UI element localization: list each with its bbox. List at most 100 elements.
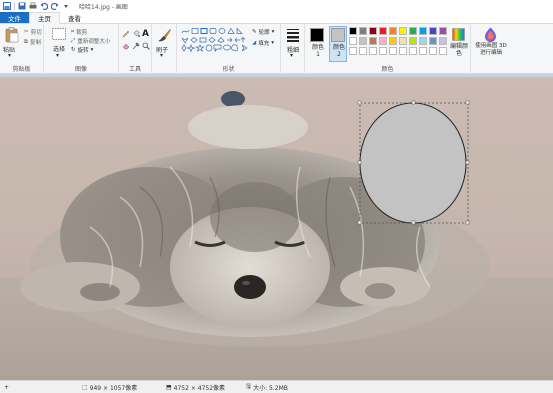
palette-swatch[interactable]: [359, 37, 367, 45]
image-group: 选择 ▾ ⌗ 裁剪 ⤢ 重新调整大小 ↻ 旋转 ▾ 图像: [44, 24, 119, 74]
color-picker-icon[interactable]: [132, 42, 140, 50]
select-icon[interactable]: [52, 28, 66, 40]
palette-swatch[interactable]: [439, 27, 447, 35]
palette-swatch[interactable]: [419, 27, 427, 35]
palette-swatch[interactable]: [369, 27, 377, 35]
custom-color-slot[interactable]: [349, 47, 357, 55]
tab-view[interactable]: 查看: [60, 12, 89, 23]
customize-toolbar-icon[interactable]: [62, 2, 70, 10]
color1-label: 颜色 1: [311, 44, 324, 58]
crop-button[interactable]: ⌗ 裁剪: [71, 28, 87, 37]
fill-button[interactable]: ◢ 填充 ▾: [252, 39, 274, 47]
color1-swatch[interactable]: [310, 28, 324, 42]
rotate-dropdown-icon: ▾: [90, 47, 94, 53]
custom-color-slot[interactable]: [409, 47, 417, 55]
custom-color-slot[interactable]: [419, 47, 427, 55]
eraser-icon[interactable]: [122, 42, 130, 50]
palette-swatch[interactable]: [409, 27, 417, 35]
palette-swatch[interactable]: [419, 37, 427, 45]
save-icon[interactable]: [18, 2, 26, 10]
resize-button[interactable]: ⤢ 重新调整大小: [71, 37, 111, 46]
custom-color-slot[interactable]: [399, 47, 407, 55]
resize-label: 重新调整大小: [77, 39, 111, 45]
fill-bucket-icon[interactable]: [132, 30, 140, 38]
crosshair-icon: +: [4, 383, 10, 391]
crop-icon: ⌗: [71, 28, 75, 35]
palette-swatch[interactable]: [389, 27, 397, 35]
cut-button[interactable]: ✂ 剪切: [24, 28, 42, 36]
custom-color-slot[interactable]: [379, 47, 387, 55]
copy-button[interactable]: ⧉ 复制: [24, 38, 41, 47]
selection-size-text: 949 × 1057像素: [89, 384, 138, 392]
brushes-dropdown-icon[interactable]: ▾: [160, 52, 163, 59]
palette-swatch[interactable]: [349, 27, 357, 35]
magnifier-icon[interactable]: [142, 42, 150, 50]
palette-swatch[interactable]: [389, 37, 397, 45]
edit-colors-icon[interactable]: [452, 28, 465, 41]
palette-swatch[interactable]: [379, 27, 387, 35]
palette-swatch[interactable]: [399, 27, 407, 35]
selection-size: ⬚ 949 × 1057像素: [82, 383, 137, 392]
image-canvas[interactable]: [0, 77, 553, 380]
palette-swatch[interactable]: [429, 37, 437, 45]
tools-group: A 工具: [119, 24, 152, 74]
undo-icon[interactable]: [40, 2, 48, 10]
custom-color-slot[interactable]: [389, 47, 397, 55]
rotate-button[interactable]: ↻ 旋转 ▾: [71, 46, 93, 54]
paste-icon[interactable]: [5, 27, 19, 43]
file-size-text: 大小: 5.2MB: [253, 384, 288, 392]
redo-icon[interactable]: [51, 2, 59, 10]
tab-home[interactable]: 主页: [29, 12, 60, 24]
window-title: 哈哈14.jpg - 画图: [79, 3, 128, 11]
workspace: [0, 74, 553, 380]
paint3d-button[interactable]: 使用画图 3D 进行编辑: [472, 43, 510, 57]
brushes-group: 刷子 ▾: [152, 24, 177, 74]
pencil-icon[interactable]: [122, 30, 130, 38]
color2-swatch[interactable]: [331, 28, 345, 42]
rotate-icon: ↻: [71, 47, 76, 53]
edit-colors-button[interactable]: 编辑颜色: [450, 43, 468, 57]
ribbon: 粘贴 ▾ ✂ 剪切 ⧉ 复制 剪贴板 选择 ▾ ⌗ 裁剪 ⤢ 重新调整大小 ↻ 旋转 ▾ 图…: [0, 24, 553, 74]
palette-swatch[interactable]: [349, 37, 357, 45]
palette-swatch[interactable]: [369, 37, 377, 45]
title-bar: 哈哈14.jpg - 画图: [0, 0, 553, 12]
size-dropdown-icon[interactable]: ▾: [290, 52, 293, 59]
text-tool-icon[interactable]: A: [142, 29, 149, 39]
color-palette: [349, 27, 449, 55]
palette-swatch[interactable]: [379, 37, 387, 45]
image-group-label: 图像: [74, 66, 87, 73]
palette-swatch[interactable]: [429, 27, 437, 35]
line-size-icon[interactable]: [286, 28, 300, 42]
tools-group-label: 工具: [128, 66, 141, 73]
shapes-group: ✎ 轮廓 ▾ ◢ 填充 ▾ 形状: [177, 24, 281, 74]
print-icon[interactable]: [29, 2, 37, 10]
paint-app-icon: [3, 2, 11, 10]
copy-label: 复制: [29, 40, 41, 46]
scissors-icon: ✂: [24, 29, 29, 35]
paint-window: 哈哈14.jpg - 画图 文件 主页 查看 粘贴 ▾ ✂ 剪切 ⧉ 复制 剪贴板 …: [0, 0, 553, 393]
palette-swatch[interactable]: [409, 37, 417, 45]
custom-color-slot[interactable]: [439, 47, 447, 55]
palette-swatch[interactable]: [359, 27, 367, 35]
paste-dropdown-icon[interactable]: ▾: [8, 52, 11, 59]
paint3d-icon[interactable]: [484, 27, 497, 42]
image-size: ⬒ 4752 × 4752像素: [166, 383, 225, 392]
brush-icon[interactable]: [156, 27, 172, 43]
resize-icon: ⤢: [71, 37, 76, 44]
outline-button[interactable]: ✎ 轮廓 ▾: [252, 28, 274, 36]
custom-color-slot[interactable]: [369, 47, 377, 55]
shapes-gallery[interactable]: [180, 27, 250, 57]
file-size: 🖫 大小: 5.2MB: [246, 382, 288, 392]
copy-icon: ⧉: [24, 38, 28, 45]
ribbon-tabs: 文件 主页 查看: [0, 12, 553, 24]
select-dropdown-icon[interactable]: ▾: [56, 52, 59, 59]
color2-label: 颜色 2: [332, 44, 345, 58]
custom-color-slot[interactable]: [429, 47, 437, 55]
palette-swatch[interactable]: [399, 37, 407, 45]
cursor-position: +: [4, 384, 9, 391]
custom-color-slot[interactable]: [359, 47, 367, 55]
outline-icon: ✎: [252, 29, 257, 35]
selection-size-icon: ⬚: [82, 383, 88, 391]
palette-swatch[interactable]: [439, 37, 447, 45]
tab-file[interactable]: 文件: [0, 12, 29, 23]
